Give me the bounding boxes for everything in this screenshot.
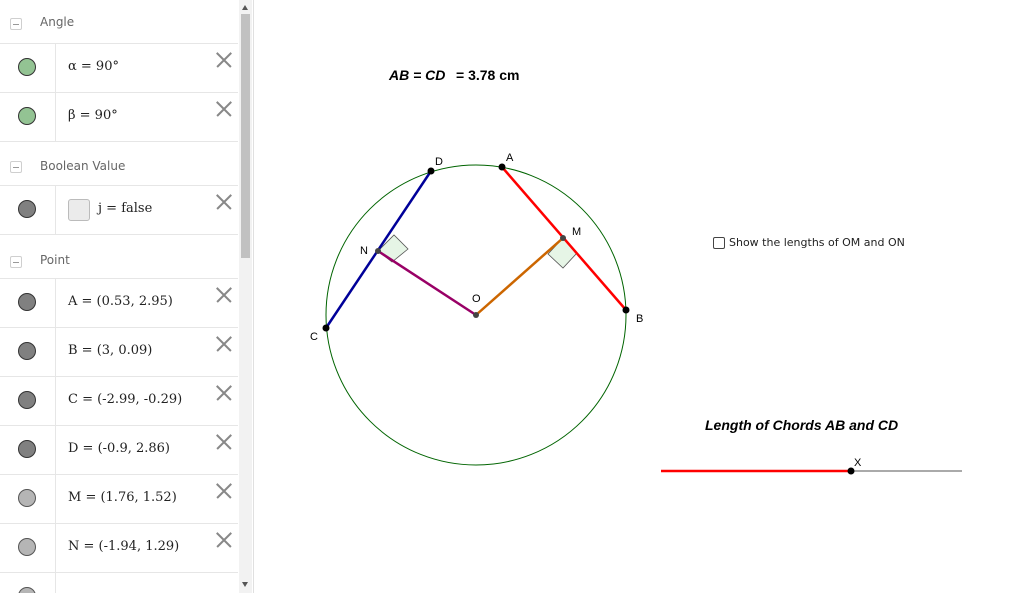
delete-icon[interactable] [215,384,233,402]
object-definition[interactable]: N = (-1.94, 1.29) [68,539,179,554]
visibility-toggle-icon[interactable] [18,293,36,311]
label-O: O [472,293,481,305]
algebra-row-N[interactable]: N = (-1.94, 1.29) [0,524,238,573]
section-label: Angle [40,15,75,29]
graphics-view[interactable]: AB = CD = 3.78 cm D A B C O N M Length o… [254,0,1015,593]
visibility-toggle-icon[interactable] [18,107,36,125]
section-label: Boolean Value [40,159,126,173]
object-definition[interactable]: B = (3, 0.09) [68,343,152,358]
checkbox-box[interactable] [713,236,725,249]
point-C[interactable] [322,324,330,332]
label-D: D [435,156,443,168]
visibility-toggle-icon[interactable] [18,391,36,409]
visibility-toggle-icon[interactable] [18,200,36,218]
object-definition[interactable]: j = false [98,201,152,216]
section-label: Point [40,253,70,267]
object-definition[interactable]: A = (0.53, 2.95) [68,294,173,309]
scrollbar-thumb[interactable] [241,14,250,258]
section-header-boolean[interactable]: Boolean Value [0,142,238,186]
label-B: B [636,313,643,325]
collapse-toggle-icon[interactable] [10,18,22,30]
algebra-scrollbar[interactable] [239,0,252,593]
algebra-row-B[interactable]: B = (3, 0.09) [0,328,238,377]
visibility-toggle-icon[interactable] [18,538,36,556]
section-header-angle[interactable]: Angle [0,0,238,44]
section-header-point[interactable]: Point [0,235,238,279]
slider-title: Length of Chords AB and CD [705,417,898,433]
boolean-checkbox[interactable] [68,199,90,221]
checkbox-label: Show the lengths of OM and ON [729,236,905,249]
algebra-row-C[interactable]: C = (-2.99, -0.29) [0,377,238,426]
object-definition[interactable]: α = 90° [68,59,119,74]
object-definition[interactable]: M = (1.76, 1.52) [68,490,177,505]
visibility-toggle-icon[interactable] [18,58,36,76]
segment-on[interactable] [377,249,477,317]
right-angle-marker-N [377,234,409,263]
segment-om[interactable] [475,237,564,316]
object-definition[interactable]: β = 90° [68,108,118,123]
visibility-toggle-icon [18,587,36,593]
point-D[interactable] [427,167,435,175]
delete-icon[interactable] [215,335,233,353]
algebra-row-j[interactable]: j = false [0,186,238,235]
algebra-row-M[interactable]: M = (1.76, 1.52) [0,475,238,524]
label-N: N [360,245,368,257]
visibility-toggle-icon[interactable] [18,489,36,507]
label-X: X [854,457,862,469]
collapse-toggle-icon[interactable] [10,256,22,268]
point-O[interactable] [473,312,479,318]
label-C: C [310,331,318,343]
visibility-toggle-icon[interactable] [18,342,36,360]
algebra-view: Angle α = 90° β = 90° Boolean Value j = … [0,0,254,593]
algebra-row-partial [0,573,238,593]
delete-icon[interactable] [215,482,233,500]
visibility-toggle-icon[interactable] [18,440,36,458]
show-lengths-checkbox[interactable]: Show the lengths of OM and ON [713,236,905,249]
collapse-toggle-icon[interactable] [10,161,22,173]
delete-icon[interactable] [215,193,233,211]
object-definition[interactable]: D = (-0.9, 2.86) [68,441,170,456]
point-A[interactable] [498,163,506,171]
delete-icon[interactable] [215,51,233,69]
equation-rhs: = 3.78 cm [456,67,519,83]
algebra-row-A[interactable]: A = (0.53, 2.95) [0,279,238,328]
algebra-row-alpha[interactable]: α = 90° [0,44,238,93]
algebra-row-D[interactable]: D = (-0.9, 2.86) [0,426,238,475]
label-M: M [572,226,581,238]
scroll-up-icon[interactable] [242,5,248,10]
delete-icon[interactable] [215,433,233,451]
equation-lhs: AB = CD [388,67,445,83]
point-N[interactable] [375,248,381,254]
right-angle-marker-M [547,237,578,269]
label-A: A [506,152,514,164]
point-B[interactable] [622,306,630,314]
delete-icon[interactable] [215,286,233,304]
scroll-down-icon[interactable] [242,582,248,587]
delete-icon[interactable] [215,531,233,549]
algebra-row-beta[interactable]: β = 90° [0,93,238,142]
object-definition[interactable]: C = (-2.99, -0.29) [68,392,182,407]
point-M[interactable] [560,235,566,241]
delete-icon[interactable] [215,100,233,118]
